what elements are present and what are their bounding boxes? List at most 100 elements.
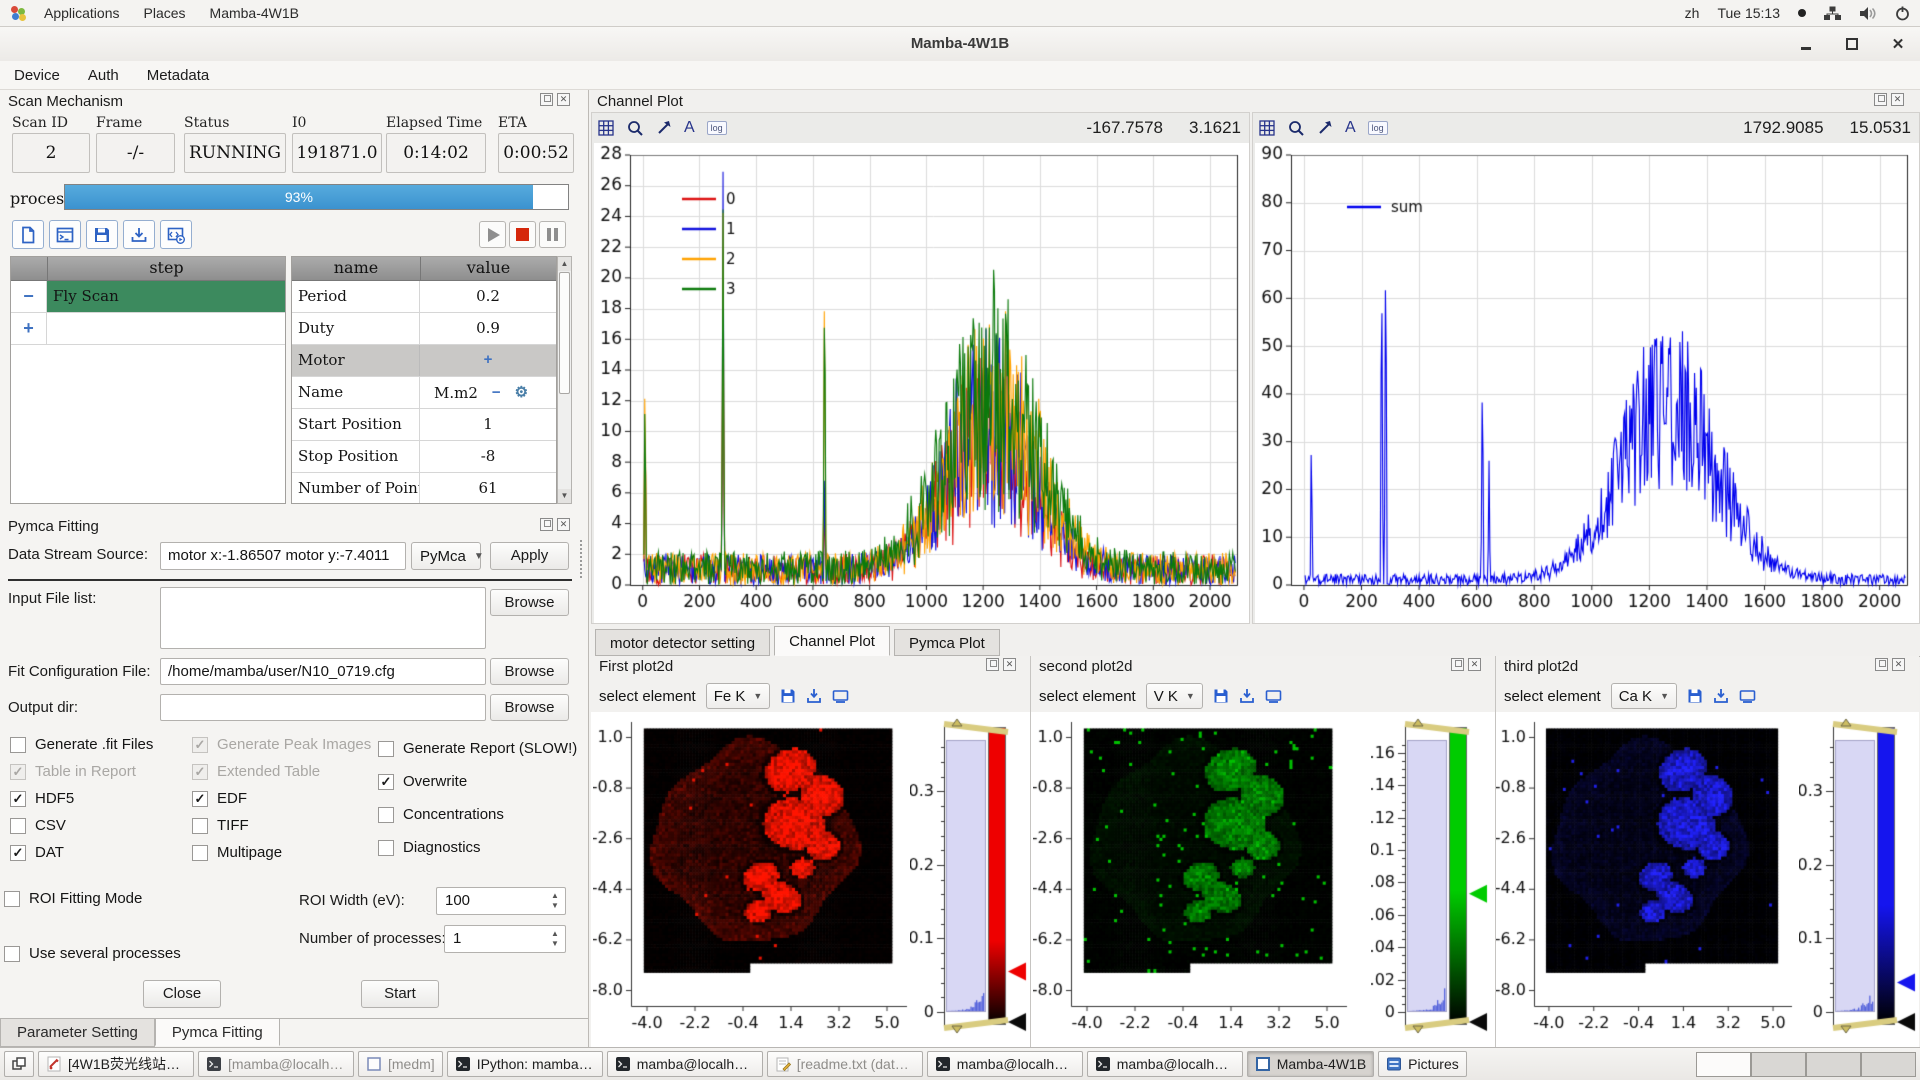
step-name-cell[interactable]: Fly Scan: [47, 281, 285, 312]
nproc-spinner[interactable]: 1 ▲ ▼: [444, 925, 566, 953]
new-scan-button[interactable]: [12, 220, 44, 249]
add-motor-button[interactable]: +: [420, 345, 556, 376]
close-panel-icon[interactable]: ✕: [1892, 658, 1905, 671]
browse-fitcfg-button[interactable]: Browse: [490, 658, 569, 685]
apply-button[interactable]: Apply: [490, 542, 569, 570]
tab-parameter-setting[interactable]: Parameter Setting: [0, 1019, 155, 1047]
param-value[interactable]: -8: [420, 441, 556, 472]
close-panel-icon[interactable]: ✕: [1468, 658, 1481, 671]
checkbox-table-in-report[interactable]: Table in Report: [10, 763, 153, 780]
clock[interactable]: Tue 15:13: [1717, 5, 1780, 21]
tab-channel-plot[interactable]: Channel Plot: [774, 626, 890, 656]
pan-arrow-icon[interactable]: [656, 120, 672, 136]
checkbox-diagnostics[interactable]: Diagnostics: [378, 839, 577, 856]
input-file-list-field[interactable]: [160, 587, 486, 649]
scroll-up-icon[interactable]: ▲: [558, 257, 571, 271]
save-button[interactable]: [86, 220, 118, 249]
element-dropdown[interactable]: Fe K▼: [706, 683, 771, 709]
grid-icon[interactable]: [598, 120, 615, 137]
print-icon[interactable]: [1739, 689, 1756, 704]
task-item[interactable]: [4W1B荧光线站实...: [38, 1051, 194, 1077]
close-panel-icon[interactable]: ✕: [557, 93, 570, 106]
fit-config-input[interactable]: /home/mamba/user/N10_0719.cfg: [160, 658, 486, 685]
checkbox-overwrite[interactable]: Overwrite: [378, 773, 577, 790]
pan-arrow-icon[interactable]: [1317, 120, 1333, 136]
colorbar-canvas[interactable]: [910, 712, 1028, 1048]
power-icon[interactable]: [1895, 6, 1910, 21]
minimize-button[interactable]: [1798, 36, 1814, 52]
run-button[interactable]: [479, 221, 506, 248]
print-icon[interactable]: [1265, 689, 1282, 704]
remove-motor-button[interactable]: −: [492, 378, 501, 408]
pause-button[interactable]: [539, 221, 566, 248]
log-scale-toggle[interactable]: log: [707, 121, 727, 135]
workspace-2[interactable]: [1751, 1052, 1806, 1077]
data-stream-source-input[interactable]: motor x:-1.86507 motor y:-7.4011: [160, 542, 406, 570]
font-icon[interactable]: A: [684, 119, 695, 137]
checkbox-concentrations[interactable]: Concentrations: [378, 806, 577, 823]
menu-app-window[interactable]: Mamba-4W1B: [210, 5, 299, 21]
colorbar-canvas[interactable]: [1799, 712, 1917, 1048]
task-item[interactable]: Mamba-4W1B: [1247, 1051, 1374, 1077]
task-item[interactable]: IPython: mamba/m...: [447, 1051, 603, 1077]
maximize-button[interactable]: [1844, 36, 1860, 52]
save-icon[interactable]: [1687, 688, 1703, 704]
checkbox-generate-peak-images[interactable]: Generate Peak Images: [192, 736, 371, 753]
param-value[interactable]: 1: [420, 409, 556, 440]
param-value[interactable]: 0.2: [420, 281, 556, 312]
roi-width-spinner[interactable]: 100 ▲ ▼: [436, 887, 566, 915]
menu-places[interactable]: Places: [144, 5, 186, 21]
param-value[interactable]: 61: [420, 473, 556, 504]
element-map-canvas[interactable]: [1496, 714, 1796, 1046]
checkbox-dat[interactable]: DAT: [10, 844, 153, 861]
float-panel-icon[interactable]: [540, 518, 553, 531]
close-dialog-button[interactable]: Close: [143, 980, 221, 1008]
sum-plot-canvas[interactable]: [1255, 143, 1919, 623]
scroll-down-icon[interactable]: ▼: [558, 489, 571, 503]
task-item[interactable]: [medm]: [358, 1051, 443, 1077]
workspace-4[interactable]: [1861, 1052, 1916, 1077]
spin-up-icon[interactable]: ▲: [549, 892, 561, 900]
spin-down-icon[interactable]: ▼: [549, 902, 561, 910]
param-value[interactable]: M.m2: [434, 378, 478, 408]
element-map-canvas[interactable]: [1033, 714, 1351, 1046]
output-dir-input[interactable]: [160, 694, 486, 721]
checkbox-extended-table[interactable]: Extended Table: [192, 763, 371, 780]
engine-dropdown[interactable]: PyMca▼: [411, 542, 481, 570]
download-icon[interactable]: [1239, 688, 1255, 704]
log-scale-toggle[interactable]: log: [1368, 121, 1388, 135]
spin-up-icon[interactable]: ▲: [549, 930, 561, 938]
table-row[interactable]: +: [11, 313, 285, 345]
menu-applications[interactable]: Applications: [44, 5, 120, 21]
task-item[interactable]: mamba@localhost...: [607, 1051, 763, 1077]
element-map-canvas[interactable]: [593, 714, 911, 1046]
close-button[interactable]: ✕: [1890, 36, 1906, 52]
load-button[interactable]: [123, 220, 155, 249]
gear-icon[interactable]: ⚙: [515, 378, 528, 408]
table-row[interactable]: Number of Point 61: [292, 473, 556, 504]
grid-icon[interactable]: [1259, 120, 1276, 137]
table-row[interactable]: Duty 0.9: [292, 313, 556, 345]
table-row[interactable]: Period 0.2: [292, 281, 556, 313]
save-icon[interactable]: [780, 688, 796, 704]
colorbar-canvas[interactable]: [1371, 712, 1489, 1048]
print-icon[interactable]: [832, 689, 849, 704]
table-row[interactable]: Name M.m2 − ⚙: [292, 377, 556, 409]
download-icon[interactable]: [1713, 688, 1729, 704]
font-icon[interactable]: A: [1345, 119, 1356, 137]
remove-step-button[interactable]: −: [11, 281, 47, 312]
table-row[interactable]: Stop Position -8: [292, 441, 556, 473]
network-icon[interactable]: [1824, 6, 1841, 21]
script-run-button[interactable]: [160, 220, 192, 249]
task-item[interactable]: mamba@localhost:~: [1087, 1051, 1243, 1077]
checkbox-hdf5[interactable]: HDF5: [10, 790, 153, 807]
task-item[interactable]: mamba@localhost:~: [927, 1051, 1083, 1077]
stop-button[interactable]: [509, 221, 536, 248]
float-panel-icon[interactable]: [1874, 93, 1887, 106]
task-item[interactable]: Pictures: [1378, 1051, 1467, 1077]
checkbox-multipage[interactable]: Multipage: [192, 844, 371, 861]
tab-pymca-fitting[interactable]: Pymca Fitting: [155, 1018, 280, 1046]
start-button[interactable]: Start: [361, 980, 439, 1008]
zoom-icon[interactable]: [1288, 120, 1305, 137]
menu-device[interactable]: Device: [14, 67, 60, 84]
